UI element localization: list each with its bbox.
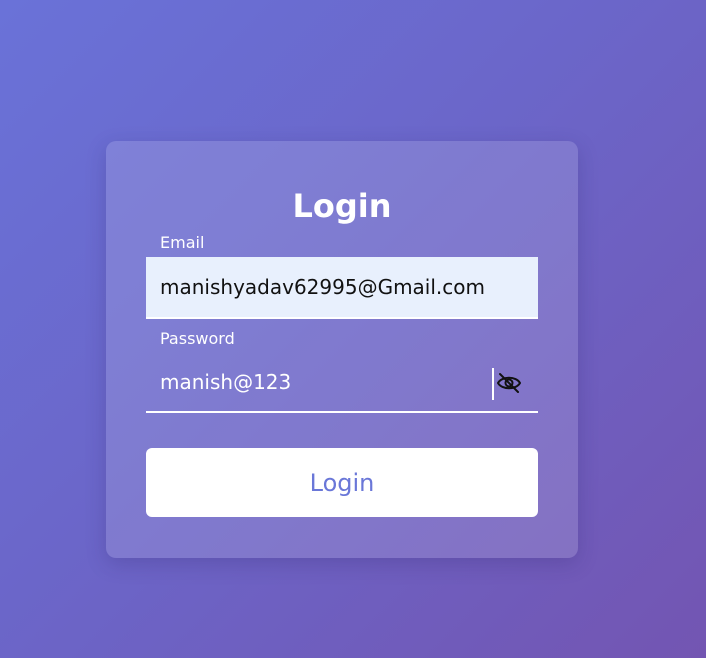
eye-off-icon[interactable] bbox=[494, 369, 524, 397]
email-field[interactable] bbox=[146, 257, 538, 319]
login-title: Login bbox=[292, 187, 392, 225]
login-card: Login Email Password Login bbox=[106, 141, 578, 558]
login-button[interactable]: Login bbox=[146, 448, 538, 517]
password-field[interactable] bbox=[146, 353, 538, 413]
email-label: Email bbox=[160, 233, 205, 252]
password-label: Password bbox=[160, 329, 235, 348]
